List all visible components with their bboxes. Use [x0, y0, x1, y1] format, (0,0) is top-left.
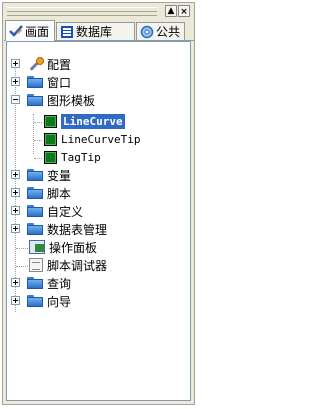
drag-grip[interactable]	[7, 7, 157, 16]
folder-icon	[27, 205, 43, 217]
expand-toggle[interactable]	[11, 188, 20, 197]
tree-item-config[interactable]: 配置	[11, 55, 71, 73]
tree-item-label: 自定义	[47, 204, 84, 219]
expand-toggle[interactable]	[11, 59, 20, 68]
tree-item-label: 操作面板	[49, 240, 98, 255]
tab-label: 画面	[25, 24, 50, 39]
expand-toggle[interactable]	[11, 224, 20, 233]
tree-item-label: LineCurveTip	[61, 132, 141, 146]
tree-item-label: TagTip	[61, 150, 101, 164]
tab-strip: 画面 数据库 公共	[4, 20, 194, 41]
tree-item-label: 窗口	[47, 75, 72, 90]
tree-item-label: 脚本调试器	[47, 258, 108, 273]
folder-icon	[27, 169, 43, 181]
tree-item-graphic-templates[interactable]: 图形模板	[11, 91, 95, 109]
debugger-icon	[29, 258, 43, 272]
tree-item-custom[interactable]: 自定义	[11, 202, 83, 220]
tree-item-label: 图形模板	[47, 93, 96, 108]
tree-item-script-debugger[interactable]: 脚本调试器	[29, 256, 107, 274]
folder-open-icon	[27, 94, 43, 106]
check-pencil-icon	[9, 24, 23, 38]
tab-label: 数据库	[76, 25, 113, 39]
template-icon	[44, 150, 57, 164]
expand-toggle[interactable]	[11, 296, 20, 305]
wrench-icon	[27, 56, 44, 72]
tree-item-label: 脚本	[47, 186, 72, 201]
tree-item-label: 配置	[47, 57, 72, 72]
tab-label: 公共	[156, 25, 181, 39]
folder-icon	[27, 295, 43, 307]
expand-toggle[interactable]	[11, 170, 20, 179]
tree-item-query[interactable]: 查询	[11, 274, 71, 292]
template-icon	[44, 132, 57, 146]
tab-common[interactable]: 公共	[136, 22, 185, 40]
tree-item-label: 变量	[47, 168, 72, 183]
tab-database[interactable]: 数据库	[56, 22, 135, 40]
project-tree: 配置 窗口 图形模板 LineCurve LineCurveTip TagTip	[6, 41, 191, 401]
template-icon	[44, 114, 57, 128]
folder-icon	[27, 187, 43, 199]
tree-item-variables[interactable]: 变量	[11, 166, 71, 184]
tree-item-wizard[interactable]: 向导	[11, 292, 71, 310]
tree-item-linecurve[interactable]: LineCurve	[44, 112, 125, 130]
expand-toggle[interactable]	[11, 278, 20, 287]
tree-item-scripts[interactable]: 脚本	[11, 184, 71, 202]
pin-button[interactable]: ▲	[165, 5, 177, 17]
tree-item-operation-panel[interactable]: 操作面板	[29, 238, 97, 256]
tree-item-tagtip[interactable]: TagTip	[44, 148, 101, 166]
project-explorer-panel: ▲ × 画面 数据库 公共 配置 窗口 图形模板 LineCurve LineC…	[2, 2, 195, 405]
folder-icon	[27, 223, 43, 235]
tree-item-window[interactable]: 窗口	[11, 73, 71, 91]
tree-item-label: 向导	[47, 294, 72, 309]
tree-item-label: 数据表管理	[47, 222, 108, 237]
panel-icon	[29, 240, 45, 254]
close-button[interactable]: ×	[178, 5, 190, 17]
tree-item-linecurvetip[interactable]: LineCurveTip	[44, 130, 140, 148]
folder-icon	[27, 277, 43, 289]
panel-titlebar[interactable]: ▲ ×	[3, 3, 194, 20]
gear-globe-icon	[140, 25, 154, 39]
database-icon	[60, 25, 74, 39]
folder-icon	[27, 76, 43, 88]
tree-item-label: LineCurve	[61, 113, 125, 129]
collapse-toggle[interactable]	[11, 95, 20, 104]
tree-item-datatable-management[interactable]: 数据表管理	[11, 220, 107, 238]
expand-toggle[interactable]	[11, 77, 20, 86]
expand-toggle[interactable]	[11, 206, 20, 215]
tab-screens[interactable]: 画面	[5, 20, 55, 41]
tree-item-label: 查询	[47, 276, 72, 291]
